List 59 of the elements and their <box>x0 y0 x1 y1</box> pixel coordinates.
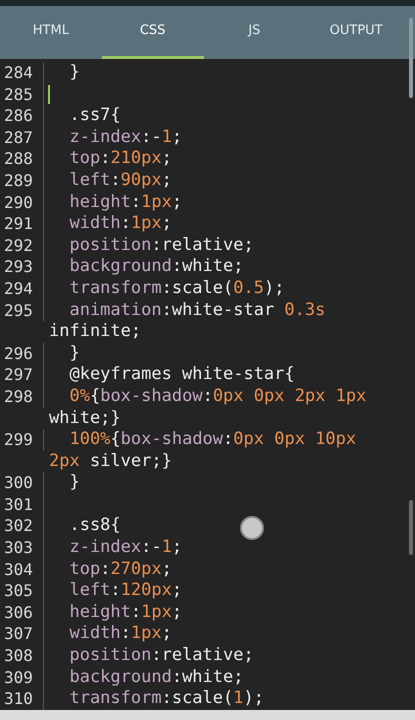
line-number: 305 <box>0 580 44 602</box>
code-line: 100%{box-shadow:0px 0px 10px 2px silver;} <box>48 429 358 472</box>
line-number: 295 <box>0 300 44 322</box>
line-number: 299 <box>0 429 44 451</box>
code-line: } <box>68 342 80 364</box>
line-number: 298 <box>0 386 44 408</box>
line-number: 288 <box>0 148 44 170</box>
line-number: 294 <box>0 278 44 300</box>
code-line: height:1px; <box>68 602 182 624</box>
code-line: width:1px; <box>68 213 172 235</box>
line-number: 307 <box>0 623 44 646</box>
tab[interactable]: JS <box>204 6 306 59</box>
line-number: 297 <box>0 364 44 386</box>
code-line: height:1px; <box>68 192 182 214</box>
code-line: background:white; <box>68 666 244 688</box>
tab[interactable]: HTML <box>0 6 102 59</box>
code-line: 0%{box-shadow:0px 0px 2px 1px white;} <box>48 386 368 430</box>
line-number: 289 <box>0 170 44 192</box>
touch-indicator-icon <box>240 516 264 540</box>
code-line: animation:white-star 0.3s infinite; <box>48 300 326 343</box>
code-line: .ss8{ <box>68 515 121 538</box>
code-line: top:210px; <box>68 148 172 170</box>
line-number: 301 <box>0 494 44 516</box>
code-line: z-index:-1; <box>68 126 182 148</box>
code-line: transform:scale(1); <box>68 688 264 710</box>
code-line: width:1px; <box>68 623 172 646</box>
code-line: z-index:-1; <box>68 537 182 559</box>
code-line: } <box>68 62 80 84</box>
code-line: left:90px; <box>68 170 172 192</box>
code-line: } <box>68 472 80 494</box>
line-number: 296 <box>0 342 44 364</box>
scrollbar[interactable] <box>409 500 413 555</box>
scrollbar[interactable] <box>409 18 413 98</box>
line-number: 302 <box>0 515 44 538</box>
code-line: position:relative; <box>68 234 254 256</box>
line-number: 300 <box>0 472 44 494</box>
code-line: position:relative; <box>68 645 254 667</box>
code-line: background:white; <box>68 256 244 278</box>
line-number: 292 <box>0 234 44 256</box>
line-number: 285 <box>0 84 44 106</box>
line-number: 286 <box>0 105 44 127</box>
line-number: 303 <box>0 537 44 559</box>
code-line: top:270px; <box>68 558 172 580</box>
code-line: @keyframes white-star{ <box>68 364 295 386</box>
tab[interactable]: CSS <box>102 6 204 59</box>
line-number: 304 <box>0 558 44 580</box>
line-number: 291 <box>0 213 44 235</box>
line-number: 309 <box>0 666 44 688</box>
line-number: 284 <box>0 62 44 84</box>
text-cursor <box>48 84 50 104</box>
line-number: 293 <box>0 256 44 278</box>
tab[interactable]: OUTPUT <box>305 6 407 59</box>
code-line: left:120px; <box>68 580 182 602</box>
line-number: 287 <box>0 126 44 148</box>
line-number: 306 <box>0 602 44 624</box>
line-number: 308 <box>0 645 44 667</box>
line-number: 290 <box>0 192 44 214</box>
code-line: .ss7{ <box>68 105 121 127</box>
code-line: transform:scale(0.5); <box>68 278 284 300</box>
